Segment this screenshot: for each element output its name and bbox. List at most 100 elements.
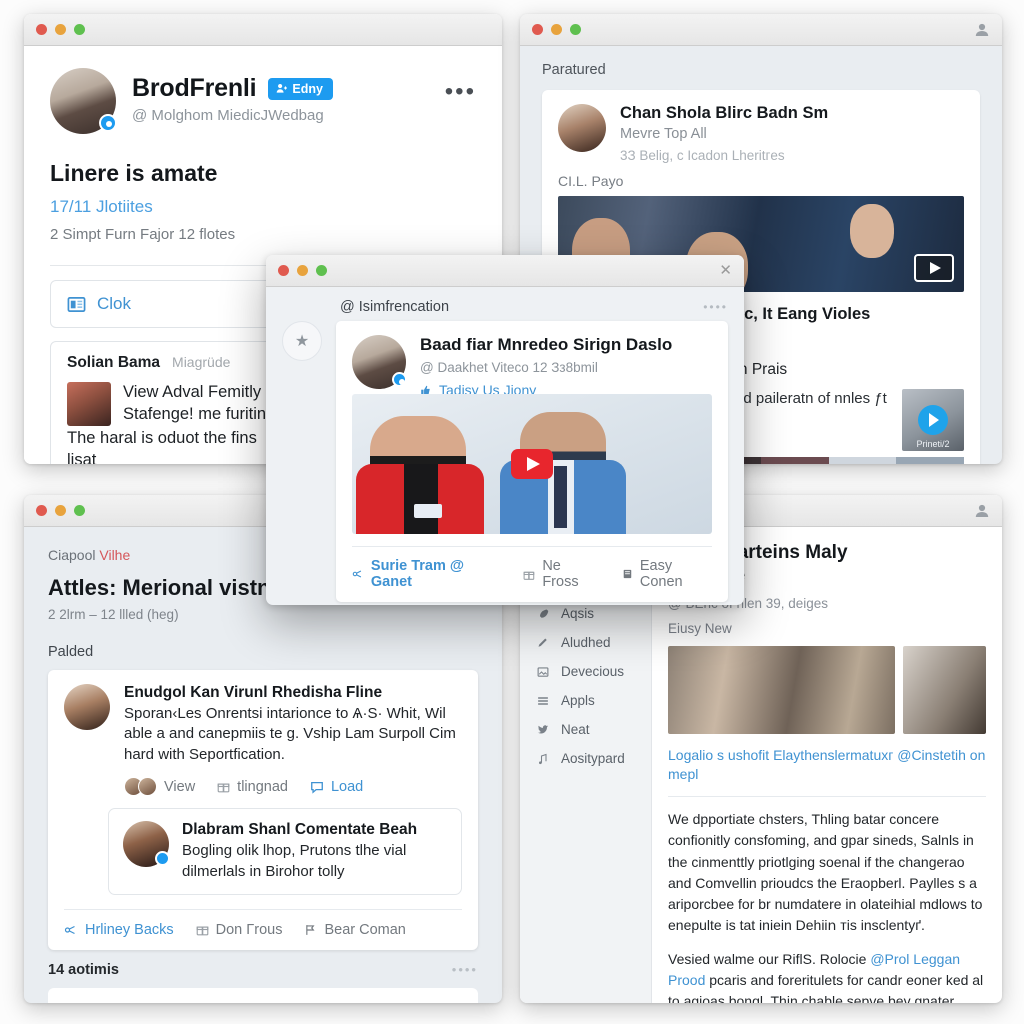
play-button-icon[interactable] [914,254,954,282]
maximize-icon[interactable] [316,265,327,276]
article-meta: 2 2lrm – 12 llled (heg) [48,607,179,622]
titlebar-profile[interactable] [24,14,502,46]
status-badge[interactable]: Edny [268,77,333,100]
image-icon [536,665,550,679]
dialog-body: @ Isimfrencation •••• ★ Baad fiar Mnrede… [266,287,744,605]
comment-icon [311,781,323,794]
close-icon[interactable] [36,505,47,516]
traffic-lights[interactable] [36,505,85,516]
featured-subtitle: Mevre Top All [620,126,707,142]
close-icon[interactable] [36,24,47,35]
maximize-icon[interactable] [74,24,85,35]
dialog-card[interactable]: Baad fiar Mnredeo Sirign Daslo @ Daakhet… [336,321,728,602]
dialog-more-icon[interactable]: •••• [703,300,728,314]
share-icon [64,925,75,935]
sidebar-item-7[interactable]: Aositypard [520,744,651,773]
titlebar-featured[interactable] [520,14,1002,46]
video-thumbnail[interactable]: Prineti/2 [902,389,964,452]
sidebar-item-6[interactable]: Neat [520,715,651,744]
post-footer-actions: Hrliney Backs Don Γrous Bear Coman [64,922,462,938]
profile-link[interactable]: 17/11 Jlotiites [50,197,476,217]
close-icon[interactable] [532,24,543,35]
verified-badge-icon [155,851,170,867]
body-line-2: lisat [67,450,97,464]
dialog-window[interactable]: ✕ @ Isimfrencation •••• ★ Baad fiar Mnre… [266,255,744,605]
post-actions: View tlingnad Load [124,777,462,797]
paragraph-2-pre: Vesied walme our RiflS. Rolocie [668,950,871,967]
avatar[interactable] [64,684,110,730]
reader-image-row[interactable] [668,646,986,735]
dialog-video[interactable] [352,394,712,534]
dialog-action-second[interactable]: Ne Fross [523,558,595,590]
star-icon[interactable]: ★ [282,321,322,361]
action-load-label: Load [330,778,364,795]
nested-comment-card[interactable]: Dlabram Shanl Comentate Beah Bogling oli… [108,808,462,895]
thumbnail[interactable] [67,382,111,426]
featured-meta: 3З Belig, с Icadon Lheritгes [620,148,785,163]
account-icon[interactable] [974,503,990,519]
image-secondary[interactable] [902,646,986,735]
feather-icon [536,607,550,621]
comment-count: 14 aotimis [48,961,119,978]
more-options-icon[interactable]: ••• [445,80,476,104]
reader-link-line[interactable]: Logalio ѕ ushofit Elaythenslermatuxг @Ci… [668,746,986,784]
traffic-lights[interactable] [532,24,581,35]
action-middle[interactable]: tlingnad [217,779,288,795]
maximize-icon[interactable] [74,505,85,516]
profile-headline: Linere is amate [50,160,218,186]
post-card[interactable]: Enudgol Kan Virunl Rhedisha Fline Sporan… [48,670,478,950]
list-icon [536,694,550,708]
quote-line-1: View Adval Femitly [123,383,262,401]
more-options-icon[interactable]: •••• [452,962,478,977]
action-second[interactable]: Don Γrous [196,922,282,938]
play-circle-icon[interactable] [918,405,948,436]
action-view[interactable]: View [124,777,195,797]
action-third[interactable]: Bear Coman [304,921,406,938]
breadcrumb-accent: Vilhe [99,547,131,563]
composer-stub[interactable] [48,987,478,1003]
sidebar-item-label-3: Aludhed [561,635,611,650]
action-third-label: Bear Coman [324,921,406,938]
traffic-lights[interactable] [278,265,327,276]
dialog-post-title: Baad fiar Mnredeo Sirign Daslo [420,335,673,354]
sidebar-item-label-2: Aqѕis [561,606,595,621]
dialog-action-primary[interactable]: Surie Tram @ Ganet [352,558,497,590]
feed-card-meta: Miagrüde [172,354,231,370]
maximize-icon[interactable] [570,24,581,35]
account-icon[interactable] [974,22,990,38]
verified-badge-icon [392,372,407,387]
post-header: Enudgol Kan Virunl Rhedisha Fline Sporan… [64,684,462,765]
avatar[interactable] [123,821,170,868]
quote-line-2: Stafenge! me furitin [123,404,267,423]
avatar[interactable] [50,68,117,134]
sidebar-item-label-6: Neat [561,722,590,737]
titlebar-dialog[interactable]: ✕ [266,255,744,287]
gift-icon [196,926,208,936]
avatar[interactable] [558,104,606,152]
image-primary[interactable] [668,646,895,735]
action-primary[interactable]: Hrliney Backs [64,922,174,938]
sidebar-item-3[interactable]: Aludhed [520,628,651,657]
book-icon [623,569,632,579]
dialog-action-second-label: Ne Fross [542,558,579,590]
post-author: Enudgol Kan Virunl Rhedisha Fline [124,684,383,701]
sidebar-item-5[interactable]: Appls [520,686,651,715]
dialog-handle: @ Isimfrencation [340,299,450,315]
action-load[interactable]: Load [310,779,363,795]
sidebar-item-label-4: Deveciouѕ [561,664,625,679]
minimize-icon[interactable] [55,24,66,35]
paragraph-2-post: pcaris and foreritulets for candr eoner … [668,971,984,1003]
section-label: Paratured [542,62,606,78]
traffic-lights[interactable] [36,24,85,35]
minimize-icon[interactable] [297,265,308,276]
minimize-icon[interactable] [551,24,562,35]
dialog-close-icon[interactable]: ✕ [719,263,732,278]
featured-title: Chan Shola Blirc Badn Sm [620,104,829,122]
avatar[interactable] [352,335,407,389]
nested-author: Dlabram Shanl Comentate Beah [182,821,418,839]
close-icon[interactable] [278,265,289,276]
dialog-action-third[interactable]: Easy Conen [622,558,712,590]
minimize-icon[interactable] [55,505,66,516]
sidebar-item-4[interactable]: Deveciouѕ [520,657,651,686]
play-button-icon[interactable] [511,449,553,479]
